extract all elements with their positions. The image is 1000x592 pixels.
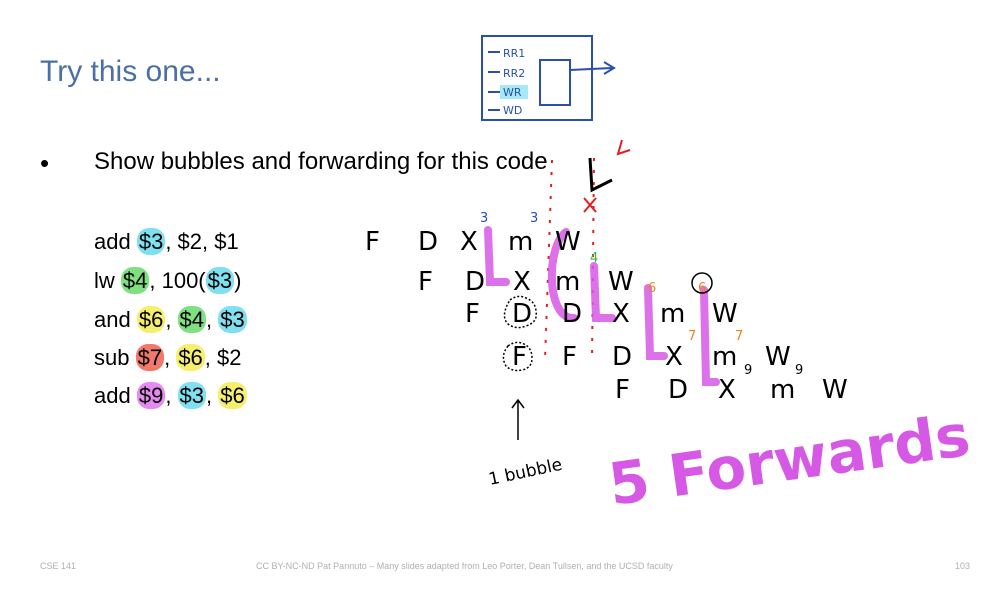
pipeline-stage: F xyxy=(365,227,380,257)
pipeline-stage: F xyxy=(418,267,433,297)
pipeline-stage: D xyxy=(418,227,438,257)
pipeline-stage: X xyxy=(612,299,630,329)
register-superscript: 7 xyxy=(735,329,743,344)
forwards-note: 5 Forwards xyxy=(604,401,974,519)
check-mark xyxy=(588,157,613,193)
pipeline-stage: X xyxy=(718,375,736,405)
register-superscript: 9 xyxy=(744,363,752,378)
pipeline-stage: m xyxy=(555,267,580,297)
pipeline-stage: m xyxy=(660,299,685,329)
pipeline-stage: X xyxy=(665,342,683,372)
pipeline-stage: W xyxy=(608,267,634,297)
pipeline-stage: F xyxy=(465,299,480,329)
register-superscript: 7 xyxy=(688,329,696,344)
register-superscript: 3 xyxy=(530,211,538,226)
pipeline-stage: W xyxy=(555,227,581,257)
handwritten-annotations: RR1 RR2 WR WD F D Xm WF D Xm WF D D Xm WF F D Xm WF D Xm… xyxy=(365,35,974,519)
pipeline-stage: m xyxy=(712,342,737,372)
pipeline-stage: D xyxy=(465,267,485,297)
footer-page-number: 103 xyxy=(955,561,971,571)
pipeline-stage: W xyxy=(712,299,738,329)
pipeline-stage: D xyxy=(612,342,632,372)
pipeline-stage: X xyxy=(513,267,531,297)
rf-label-rr2: RR2 xyxy=(503,67,525,80)
pipeline-stage: D xyxy=(668,375,688,405)
register-superscript: 4 xyxy=(590,251,598,266)
rf-label-wd: WD xyxy=(503,104,522,117)
register-superscript: 6 xyxy=(698,281,706,296)
pipeline-stage: F xyxy=(615,375,630,405)
rf-label-rr1: RR1 xyxy=(503,47,525,60)
pipeline-stage: F xyxy=(512,342,527,372)
footer-course: CSE 141 xyxy=(40,561,77,571)
register-superscript: 6 xyxy=(648,281,656,296)
pipeline-stage: W xyxy=(765,342,791,372)
pipeline-stage: W xyxy=(822,375,848,405)
pipeline-stage: D xyxy=(562,299,582,329)
register-file-sketch xyxy=(481,35,616,121)
pipeline-stage: X xyxy=(460,227,478,257)
bubble-arrow xyxy=(511,398,525,440)
register-superscript: 9 xyxy=(795,363,803,378)
footer-credit: CC BY-NC-ND Pat Pannuto – Many slides ad… xyxy=(256,561,673,571)
pipeline-stage: m xyxy=(770,375,795,405)
slide: Try this one... • Show bubbles and forwa… xyxy=(0,0,1000,592)
pipeline-stage: F xyxy=(562,342,577,372)
pipeline-stage: m xyxy=(508,227,533,257)
pipeline-stage: D xyxy=(512,299,532,329)
register-superscript: 3 xyxy=(480,211,488,226)
bubble-note: 1 bubble xyxy=(487,455,564,490)
rf-label-wr: WR xyxy=(503,86,522,99)
